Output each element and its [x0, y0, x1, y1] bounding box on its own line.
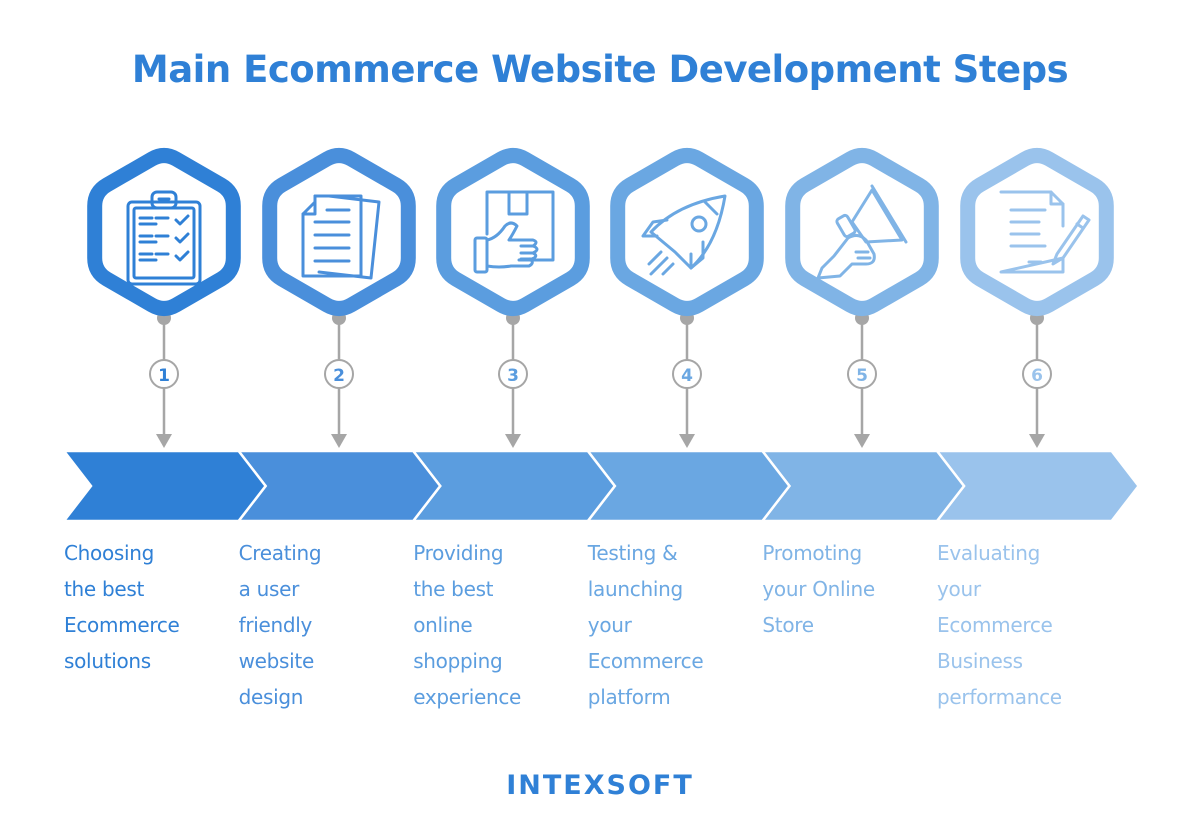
- step-number: 3: [507, 366, 519, 386]
- hexagon-icons: [87, 148, 1114, 316]
- connector-step-5: 5: [847, 311, 877, 448]
- hexagon-step-1: [87, 148, 241, 316]
- hexagon-step-6: [960, 148, 1114, 316]
- step-label-2: Creating a user friendly website design: [238, 541, 322, 709]
- step-number: 5: [856, 366, 868, 386]
- arrow-down-icon: [331, 434, 347, 448]
- arrow-down-icon: [156, 434, 172, 448]
- step-label-1: Choosing the best Ecommerce solutions: [64, 541, 180, 673]
- chevron-step-3: [410, 449, 617, 523]
- step-number: 2: [333, 366, 345, 386]
- hexagon-step-2: [262, 148, 416, 316]
- arrow-down-icon: [679, 434, 695, 448]
- step-number: 6: [1031, 366, 1043, 386]
- chevron-step-5: [759, 449, 966, 523]
- step-label-5: Promoting your Online Store: [762, 541, 875, 637]
- chevron-step-2: [236, 449, 442, 523]
- connector-step-4: 4: [672, 311, 702, 448]
- arrow-down-icon: [1029, 434, 1045, 448]
- arrow-down-icon: [854, 434, 870, 448]
- connectors: 1 2 3 4 5 6: [149, 311, 1052, 448]
- step-number: 4: [681, 366, 693, 386]
- chevron-step-1: [61, 449, 268, 523]
- connector-step-6: 6: [1022, 311, 1052, 448]
- step-label-4: Testing & launching your Ecommerce platf…: [587, 541, 704, 709]
- chevron-step-6: [934, 449, 1141, 523]
- chevron-step-4: [585, 449, 791, 523]
- hexagon-step-3: [436, 148, 590, 316]
- step-label-3: Providing the best online shopping exper…: [413, 541, 522, 709]
- hexagon-step-4: [610, 148, 764, 316]
- step-label-6: Evaluating your Ecommerce Business perfo…: [937, 541, 1062, 709]
- connector-step-3: 3: [498, 311, 528, 448]
- intexsoft-logo: INTEXSOFT: [506, 770, 694, 801]
- connector-step-2: 2: [324, 311, 354, 448]
- arrow-down-icon: [505, 434, 521, 448]
- hexagon-step-5: [785, 148, 939, 316]
- connector-step-1: 1: [149, 311, 179, 448]
- step-number: 1: [158, 366, 170, 386]
- chevron-band: [61, 449, 1141, 523]
